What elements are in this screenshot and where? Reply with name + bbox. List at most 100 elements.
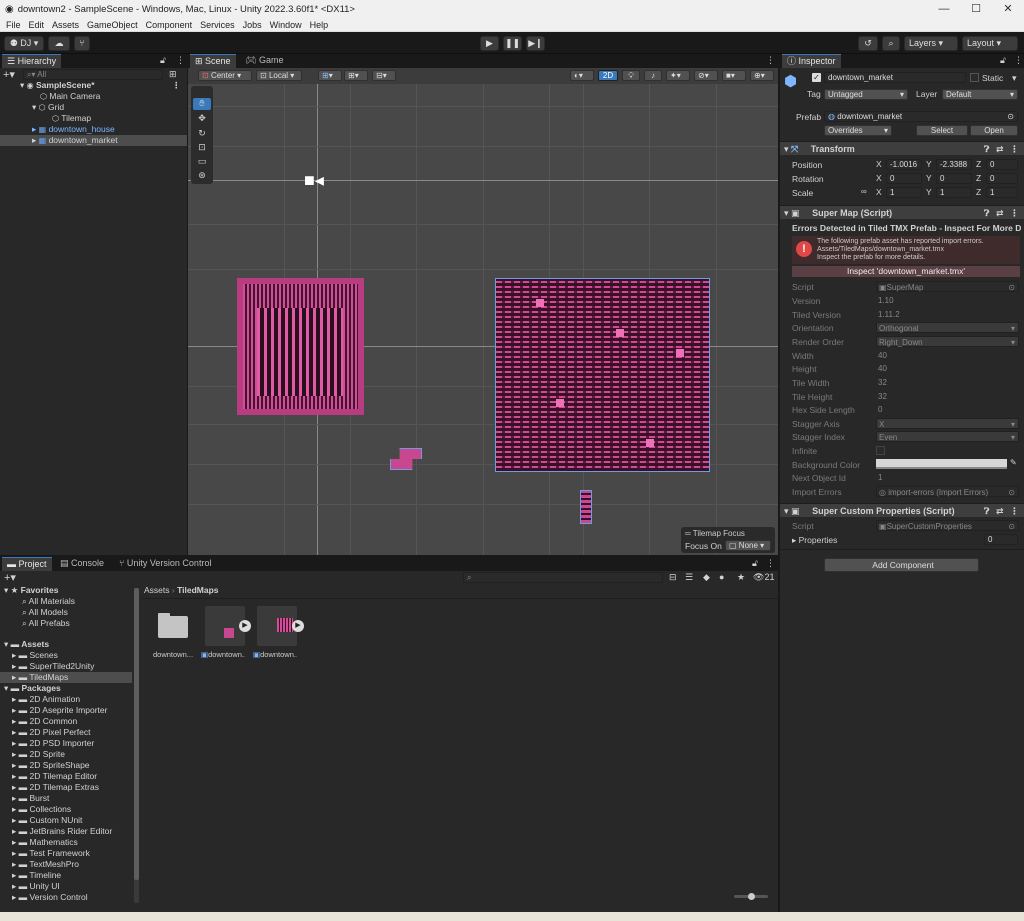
select-button[interactable]: Select (916, 125, 968, 136)
pivot-dropdown[interactable]: ⊡ Center ▾ (198, 70, 252, 81)
prefab-field[interactable]: ◍ downtown_market ⊙ (824, 111, 1018, 122)
more-icon[interactable]: ⋮ (1010, 206, 1019, 220)
layer-dropdown[interactable]: Default ▾ (942, 89, 1018, 100)
focus-on-dropdown[interactable]: ▢ None ▾ (725, 540, 771, 551)
hierarchy-item-tilemap[interactable]: ⬡ Tilemap (52, 113, 91, 124)
assets-header[interactable]: ▾ ▬ Assets (4, 639, 49, 650)
play-circle-icon[interactable]: ▶ (239, 620, 251, 632)
gizmos-button[interactable]: ⊕▾ (750, 70, 774, 81)
package-item[interactable]: ▸ ▬ 2D Aseprite Importer (12, 705, 107, 716)
static-dropdown-icon[interactable]: ▾ (1012, 73, 1017, 84)
package-item[interactable]: ▸ ▬ 2D Sprite (12, 749, 65, 760)
play-circle-icon[interactable]: ▶ (292, 620, 304, 632)
position-x-field[interactable]: -1.0016 (886, 159, 922, 170)
layers-dropdown[interactable]: Layers ▾ (904, 36, 958, 51)
position-z-field[interactable]: 0 (986, 159, 1018, 170)
package-item[interactable]: ▸ ▬ Collections (12, 804, 71, 815)
favorite-item[interactable]: ⌕ All Materials (22, 596, 75, 607)
target-icon[interactable]: ⊙ (1007, 112, 1014, 122)
assets-folder[interactable]: ▸ ▬ TiledMaps (0, 672, 132, 683)
hierarchy-item-grid[interactable]: ▾ ⬡ Grid (32, 102, 64, 113)
toggle-2d-button[interactable]: 2D (598, 70, 618, 81)
tab-version-control[interactable]: ⑂ Unity Version Control (114, 557, 216, 571)
menu-assets[interactable]: Assets (52, 20, 79, 30)
camera-settings-button[interactable]: ■▾ (722, 70, 746, 81)
add-component-button[interactable]: Add Component (824, 558, 979, 572)
package-item[interactable]: ▸ ▬ 2D Common (12, 716, 77, 727)
more-icon[interactable]: ⋮ (1010, 504, 1019, 518)
tab-scene[interactable]: ⊞ Scene (190, 54, 236, 68)
hierarchy-item-main-camera[interactable]: ⬡ Main Camera (40, 91, 100, 102)
tmx-prefab-thumb[interactable]: ▶ (257, 606, 304, 646)
favorite-item[interactable]: ⌕ All Models (22, 607, 68, 618)
scene-more-icon[interactable]: ⋮ (172, 80, 181, 91)
menu-window[interactable]: Window (270, 20, 302, 30)
hierarchy-search-input[interactable]: ⌕▾ All (22, 68, 163, 80)
tab-project[interactable]: ▬ Project (2, 557, 52, 571)
version-control-icon[interactable]: ⑂ (74, 36, 90, 51)
help-icon[interactable]: ❓︎ (984, 504, 989, 518)
tilemap-downtown-market[interactable] (495, 278, 710, 472)
tab-console[interactable]: ▤ Console (55, 557, 109, 571)
help-icon[interactable]: ❓︎ (984, 142, 989, 156)
scale-x-field[interactable]: 1 (886, 187, 922, 198)
hidden-objects-button[interactable]: ⊘▾ (694, 70, 718, 81)
thumbnail-size-slider[interactable] (734, 893, 768, 900)
shading-mode-button[interactable]: ◐▾ (570, 70, 594, 81)
cloud-icon[interactable]: ☁ (48, 36, 70, 51)
package-item[interactable]: ▸ ▬ Unity UI (12, 881, 60, 892)
menu-gameobject[interactable]: GameObject (87, 20, 138, 30)
step-button[interactable]: ▶❙ (526, 36, 545, 51)
label-icon[interactable]: ◆ (703, 572, 710, 583)
tilemap-piece-tall[interactable] (580, 490, 592, 524)
more-icon[interactable]: ⋮ (176, 55, 185, 66)
hierarchy-item-downtown-market[interactable]: ▸ ▦ downtown_market (0, 135, 187, 146)
hidden-count[interactable]: 👁︎21 (753, 572, 774, 583)
rotate-tool-icon[interactable]: ↻ (193, 128, 211, 140)
package-item[interactable]: ▸ ▬ Test Framework (12, 848, 90, 859)
rotation-z-field[interactable]: 0 (986, 173, 1018, 184)
tab-game[interactable]: 🎮︎ Game (240, 54, 288, 68)
effects-button[interactable]: ✦▾ (666, 70, 690, 81)
more-icon[interactable]: ⋮ (1010, 142, 1019, 156)
scale-tool-icon[interactable]: ⊡ (193, 142, 211, 154)
rect-tool-icon[interactable]: ▭ (193, 156, 211, 168)
preset-icon[interactable]: ⇄ (996, 206, 1004, 220)
menu-services[interactable]: Services (200, 20, 235, 30)
audio-button[interactable]: ♪ (644, 70, 662, 81)
package-item[interactable]: ▸ ▬ Timeline (12, 870, 61, 881)
search-icon[interactable]: ⌕ (882, 36, 900, 51)
package-item[interactable]: ▸ ▬ Burst (12, 793, 49, 804)
package-item[interactable]: ▸ ▬ 2D SpriteShape (12, 760, 90, 771)
scale-z-field[interactable]: 1 (986, 187, 1018, 198)
custom-properties-header[interactable]: ▾ ▣ Super Custom Properties (Script) ❓︎ ⇄… (780, 503, 1024, 517)
overrides-dropdown[interactable]: Overrides ▾ (824, 125, 892, 136)
open-button[interactable]: Open (970, 125, 1018, 136)
lighting-button[interactable]: 💡︎ (622, 70, 640, 81)
breadcrumb-tiledmaps[interactable]: TiledMaps (177, 585, 218, 595)
assets-folder[interactable]: ▸ ▬ Scenes (12, 650, 58, 661)
lock-icon[interactable]: 🔓︎ (160, 55, 166, 66)
camera-gizmo-icon[interactable]: ■◂ (304, 170, 324, 191)
menu-file[interactable]: File (6, 20, 21, 30)
move-tool-icon[interactable]: ✥ (193, 113, 211, 125)
maximize-icon[interactable]: ☐ (960, 0, 992, 18)
rotation-x-field[interactable]: 0 (886, 173, 922, 184)
filter-icon[interactable]: ⊞ (169, 69, 177, 80)
hierarchy-item-downtown-house[interactable]: ▸ ▦ downtown_house (32, 124, 115, 135)
hand-tool-icon[interactable]: ✋︎ (193, 98, 211, 110)
project-tree-scrollbar[interactable] (134, 588, 139, 903)
rotation-y-field[interactable]: 0 (936, 173, 972, 184)
package-item[interactable]: ▸ ▬ TextMeshPro (12, 859, 79, 870)
tilemap-piece-small[interactable] (390, 448, 422, 470)
package-item[interactable]: ▸ ▬ 2D Tilemap Extras (12, 782, 99, 793)
grid-snap-button[interactable]: ⊞▾ (318, 70, 342, 81)
package-item[interactable]: ▸ ▬ 2D Animation (12, 694, 80, 705)
favorites-header[interactable]: ▾ ★ Favorites (4, 585, 58, 596)
package-item[interactable]: ▸ ▬ Custom NUnit (12, 815, 82, 826)
lock-icon[interactable]: 🔓︎ (1000, 55, 1006, 66)
menu-edit[interactable]: Edit (29, 20, 45, 30)
layout-dropdown[interactable]: Layout ▾ (962, 36, 1018, 51)
search-by-type-icon[interactable]: ⊟ (669, 572, 677, 583)
transform-tool-icon[interactable]: ⊛ (193, 170, 211, 182)
